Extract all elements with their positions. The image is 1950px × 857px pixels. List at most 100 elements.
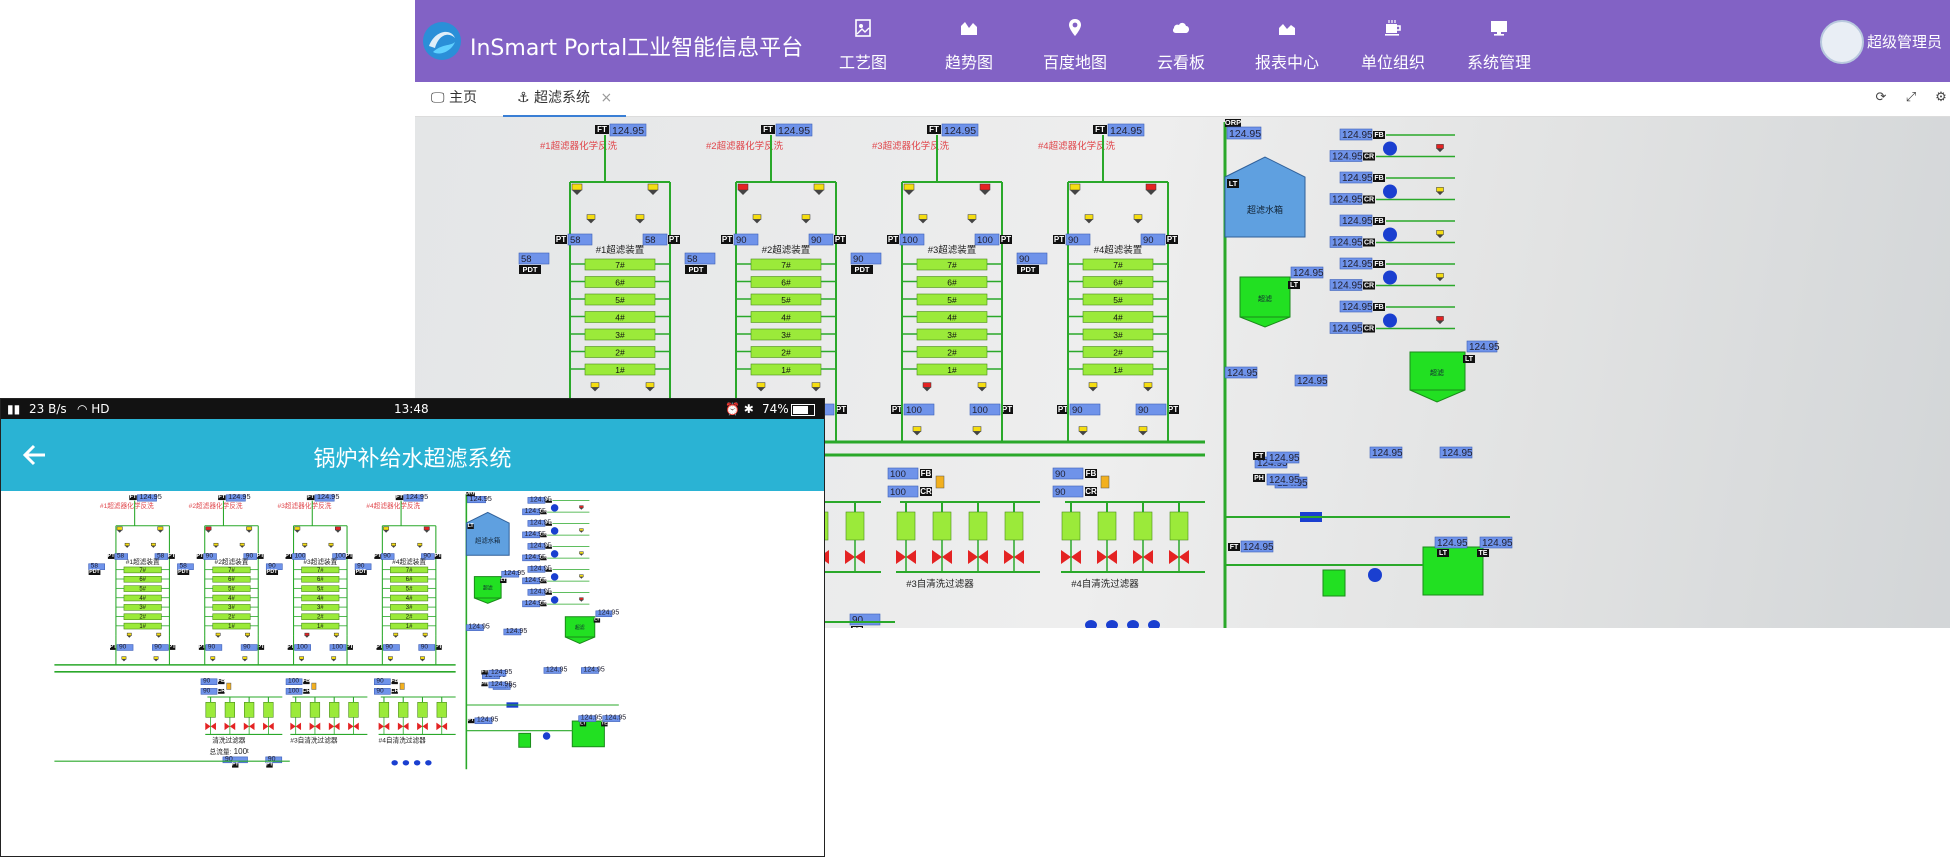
user-avatar[interactable] [1820,20,1864,64]
self-cleaning-filter[interactable] [1133,511,1153,541]
self-cleaning-filter[interactable] [1097,511,1117,541]
value-text: 124.95 [1229,128,1261,140]
valve-body [1134,219,1142,224]
badge-text: LT [500,577,506,583]
valve-body [335,530,341,533]
self-cleaning-filter[interactable] [398,702,409,718]
self-cleaning-filter[interactable] [329,702,340,718]
fullscreen-icon[interactable]: ⤢ [1904,91,1918,105]
tab-home[interactable]: 🖵 主页 [431,82,477,115]
pump-icon[interactable] [1383,313,1397,328]
nav-organization[interactable]: 单位组织 [1340,0,1446,82]
badge-text: FT [482,669,488,675]
value-text: 124.95 [778,125,810,137]
value-text: 124.95 [1372,448,1403,459]
valve-body [1085,219,1093,224]
nav-map[interactable]: 百度地图 [1022,0,1128,82]
badge-text: PT [556,235,566,244]
pump-icon[interactable] [1383,141,1397,156]
badge-text: PT [266,762,274,768]
badge-text: PDT [356,569,367,575]
flow-valve-icon [311,682,317,690]
pump-icon[interactable] [550,527,559,535]
self-cleaning-filter[interactable] [932,511,952,541]
unit-title: #3超滤器化学反洗 [277,501,331,510]
self-cleaning-filter[interactable] [290,702,301,718]
badge-text: CR [391,688,399,694]
mobile-diagram-canvas: #1超滤器化学反洗 FT 124.95 PT 58 58 PT 58 PDT #1超滤装置 7# 6#… [1,490,824,856]
pump-icon[interactable] [1383,184,1397,199]
valve-body [802,219,810,224]
value-text: 124.95 [1297,376,1328,387]
user-name[interactable]: 超级管理员 [1867,31,1942,52]
badge-text: PT [1058,405,1068,414]
value-text: 90 [119,643,127,650]
nav-label: 单位组织 [1360,53,1425,72]
valve-icon [1145,183,1157,191]
pagination-dot-icon[interactable] [402,760,410,766]
pump-icon[interactable] [550,550,559,558]
mobile-app-header: 锅炉补给水超滤系统 [1,419,824,491]
pagination-dot-icon[interactable] [413,760,421,766]
self-cleaning-filter[interactable] [263,702,274,718]
self-cleaning-filter[interactable] [1004,511,1024,541]
nav-report[interactable]: 报表中心 [1234,0,1340,82]
pump-icon[interactable] [542,732,551,740]
pump-icon[interactable] [550,596,559,604]
product-water-tank[interactable] [1422,546,1484,596]
badge-text: FB [1374,132,1383,139]
dosing-tank[interactable] [518,732,532,748]
self-cleaning-filter[interactable] [1061,511,1081,541]
valve-icon [215,632,221,636]
self-cleaning-filter[interactable] [436,702,447,718]
value-text: 100 [972,405,988,416]
self-cleaning-filter[interactable] [845,511,865,541]
valve-body [1146,190,1156,195]
nav-process[interactable]: 工艺图 [810,0,916,82]
nav-system[interactable]: 系统管理 [1446,0,1552,82]
process-tank-cone [1239,316,1291,328]
self-cleaning-filter[interactable] [417,702,428,718]
self-cleaning-filter[interactable] [896,511,916,541]
value-text: 100 [890,469,906,480]
self-cleaning-filter[interactable] [309,702,321,718]
butterfly-valve-icon [1061,550,1071,564]
pagination-dot-icon[interactable] [425,760,432,766]
self-cleaning-filter[interactable] [378,702,390,718]
pump-icon[interactable] [1383,227,1397,242]
valve-icon [153,656,159,660]
product-water-tank[interactable] [571,720,605,748]
butterfly-valve-icon [263,722,269,731]
butterfly-valve-icon [942,550,952,564]
nav-cloud[interactable]: 云看板 [1128,0,1234,82]
pump-icon[interactable] [1368,568,1382,582]
pump-icon[interactable] [1383,270,1397,285]
self-cleaning-filter[interactable] [1169,511,1189,541]
self-cleaning-filter[interactable] [348,702,359,718]
refresh-icon[interactable]: ⟳ [1874,91,1888,105]
butterfly-valve-icon [932,550,942,564]
butterfly-valve-icon [383,722,390,731]
nav-label: 报表中心 [1254,53,1319,72]
valve-body [1436,191,1444,196]
valve-body [1079,431,1087,436]
valve-body [913,431,921,436]
self-cleaning-filter[interactable] [968,511,988,541]
valve-body [302,545,307,548]
value-text: 90 [1055,487,1066,498]
self-cleaning-filter[interactable] [224,702,235,718]
pump-icon[interactable] [550,573,559,581]
self-cleaning-filter[interactable] [205,702,216,718]
pump-icon[interactable] [550,504,559,512]
module-label: 4# [615,313,625,323]
tab-close-icon[interactable]: × [600,90,612,106]
valve-body [1089,387,1097,392]
dosing-tank[interactable] [1322,569,1346,597]
self-cleaning-filter[interactable] [244,702,255,718]
settings-icon[interactable]: ⚙ [1934,91,1948,105]
valve-body [334,635,339,638]
value-text: 90 [154,643,162,650]
pagination-dot-icon[interactable] [391,760,398,766]
nav-trend[interactable]: 趋势图 [916,0,1022,82]
tab-ultrafiltration[interactable]: ⚓ 超滤系统 × [503,82,627,117]
